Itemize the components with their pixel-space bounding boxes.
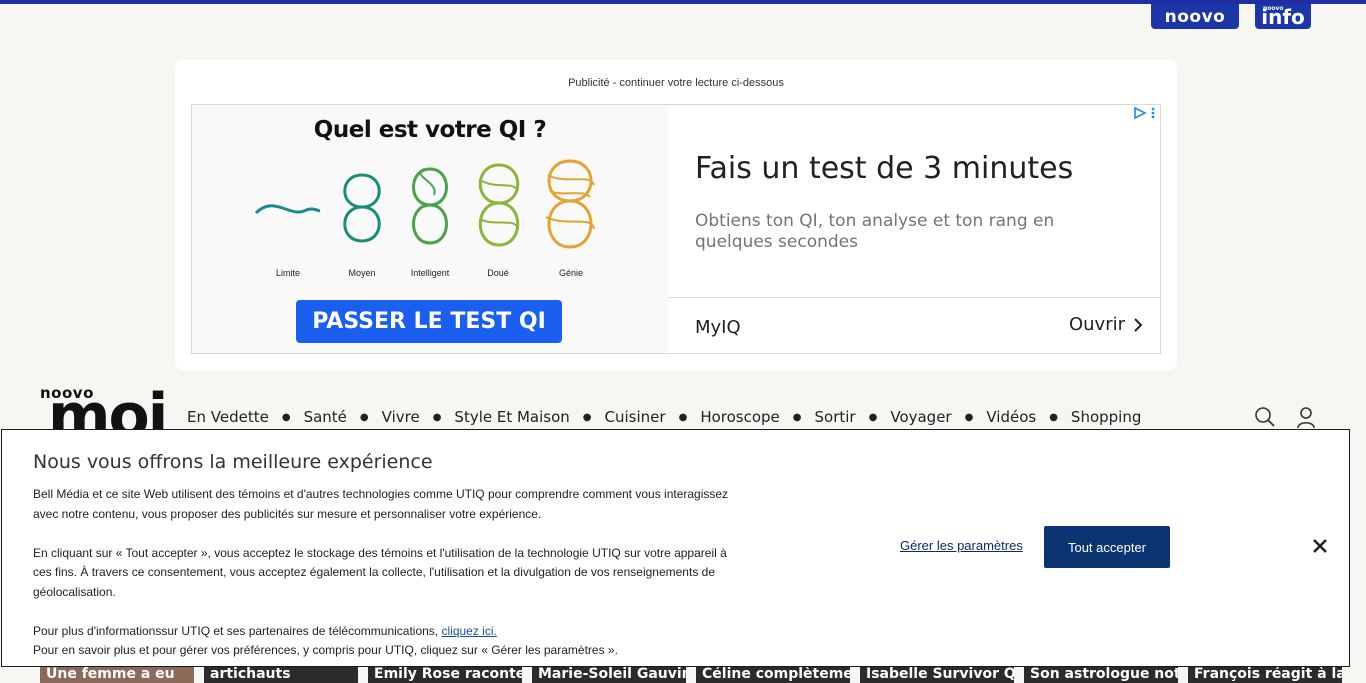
level-label-moyen: Moyen (348, 268, 376, 278)
ad-subtext: Obtiens ton QI, ton analyse et ton rang … (695, 211, 1055, 252)
nav-item-cuisiner[interactable]: Cuisiner (605, 408, 666, 426)
nav-item-horoscope[interactable]: Horoscope (700, 408, 779, 426)
noovo-info-small-label: noovo (1263, 5, 1284, 12)
consent-paragraph: En cliquant sur « Tout accepter », vous … (33, 545, 727, 599)
nav-separator: ● (359, 411, 369, 423)
nav-separator: ● (1049, 411, 1058, 423)
noovo-brand-link[interactable]: noovo (1151, 4, 1239, 29)
nav-separator: ● (868, 411, 878, 423)
ad-open-button[interactable]: Ouvrir (1069, 314, 1143, 335)
nav-item-sante[interactable]: Santé (304, 408, 347, 426)
user-icon (1297, 407, 1315, 429)
accept-all-button[interactable]: Tout accepter (1044, 526, 1170, 568)
ad-headline: Fais un test de 3 minutes (695, 151, 1074, 186)
consent-more-info-link[interactable]: cliquez ici. (441, 624, 496, 638)
nav-separator: ● (281, 411, 291, 423)
ad-divider (669, 297, 1161, 298)
ad-frame[interactable]: Quel est votre QI ? Limite Moyen Intelli… (191, 104, 1161, 354)
level-label-intelligent: Intelligent (410, 268, 450, 278)
nav-item-shopping[interactable]: Shopping (1071, 408, 1141, 426)
nav-item-style-et-maison[interactable]: Style Et Maison (454, 408, 569, 426)
chevron-right-icon (1134, 317, 1143, 332)
ad-image-panel[interactable]: Quel est votre QI ? Limite Moyen Intelli… (192, 105, 668, 353)
nav-separator: ● (678, 411, 688, 423)
close-icon (1313, 539, 1327, 553)
nav-item-en-vedette[interactable]: En Vedette (187, 408, 269, 426)
cookie-consent-banner: Nous vous offrons la meilleure expérienc… (1, 429, 1350, 667)
nav-separator: ● (964, 411, 974, 423)
account-button[interactable] (1295, 406, 1317, 429)
noovo-info-brand-link[interactable]: noovo info (1255, 4, 1311, 29)
consent-paragraph: Bell Média et ce site Web utilisent des … (33, 487, 729, 521)
close-consent-button[interactable] (1308, 534, 1332, 558)
nav-separator: ● (582, 411, 592, 423)
main-nav: En Vedette ● Santé ● Vivre ● Style Et Maiso… (187, 408, 1141, 426)
site-logo[interactable]: noovo moi (40, 384, 166, 430)
consent-body: Bell Média et ce site Web utilisent des … (33, 485, 733, 661)
level-label-doue: Doué (487, 268, 509, 278)
level-label-genie: Génie (558, 268, 584, 278)
ad-label: Publicité - continuer votre lecture ci-d… (568, 77, 784, 89)
search-icon (1255, 407, 1275, 427)
nav-item-voyager[interactable]: Voyager (890, 408, 951, 426)
manage-settings-button[interactable]: Gérer les paramètres (900, 538, 1023, 553)
more-options-icon (1151, 107, 1155, 119)
adchoices-triangle-icon (1134, 107, 1147, 119)
ad-open-label: Ouvrir (1068, 314, 1125, 335)
ad-text-panel[interactable]: Fais un test de 3 minutes Obtiens ton QI… (669, 105, 1161, 353)
nav-separator: ● (792, 411, 802, 423)
level-label-limite: Limite (275, 268, 300, 278)
search-button[interactable] (1254, 406, 1276, 428)
nav-item-sortir[interactable]: Sortir (815, 408, 856, 426)
consent-paragraph: Pour en savoir plus et pour gérer vos pr… (33, 643, 618, 657)
ad-container: Publicité - continuer votre lecture ci-d… (175, 60, 1177, 370)
ad-choices-icon[interactable] (1133, 107, 1155, 119)
logo-big-text: moi (48, 384, 166, 430)
consent-title: Nous vous offrons la meilleure expérienc… (33, 451, 433, 473)
ad-question: Quel est votre QI ? (313, 117, 547, 143)
nav-separator: ● (432, 411, 442, 423)
consent-utiq-text: Pour plus d'informationssur UTIQ et ses … (33, 623, 439, 638)
nav-item-videos[interactable]: Vidéos (986, 408, 1036, 426)
consent-utiq-line: Pour plus d'informationssur UTIQ et ses … (33, 622, 733, 642)
nav-item-vivre[interactable]: Vivre (382, 408, 420, 426)
ad-cta-button[interactable]: PASSER LE TEST QI (296, 300, 562, 343)
ad-advertiser: MyIQ (695, 317, 741, 338)
